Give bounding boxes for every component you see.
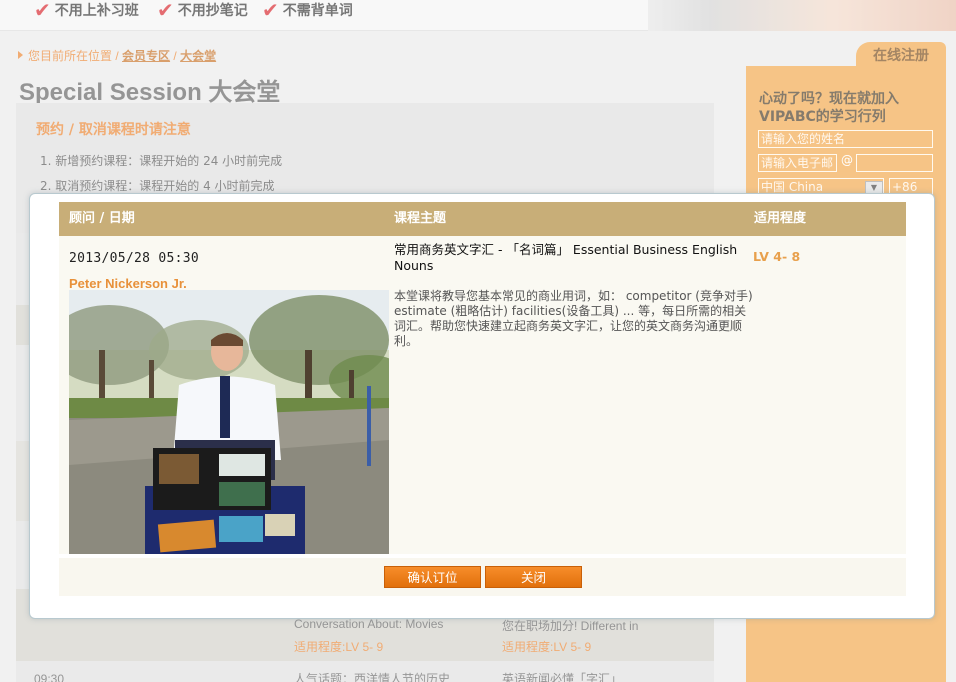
consultant-photo [69,290,389,556]
session-row: 2013/05/28 05:30 Peter Nickerson Jr. 常用商… [59,236,906,556]
course-level: LV 4- 8 [753,249,801,264]
close-button[interactable]: 关闭 [485,566,582,588]
consultant-name[interactable]: Peter Nickerson Jr. [69,276,187,291]
header-consultant-date: 顾问 / 日期 [69,211,135,226]
header-level: 适用程度 [754,211,807,226]
modal-footer: 确认订位 关闭 [59,554,906,596]
session-detail-modal: 顾问 / 日期 课程主题 适用程度 2013/05/28 05:30 Peter… [29,193,935,619]
session-datetime: 2013/05/28 05:30 [69,251,200,266]
course-title: 常用商务英文字汇 - 「名词篇」 Essential Business Engl… [394,242,738,273]
modal-content: 顾问 / 日期 课程主题 适用程度 2013/05/28 05:30 Peter… [59,202,906,596]
modal-table-header: 顾问 / 日期 课程主题 适用程度 [59,202,906,236]
header-topic: 课程主题 [394,211,447,226]
course-description: 本堂课将教导您基本常见的商业用词，如： competitor (竞争对手) es… [394,289,753,348]
confirm-booking-button[interactable]: 确认订位 [384,566,481,588]
